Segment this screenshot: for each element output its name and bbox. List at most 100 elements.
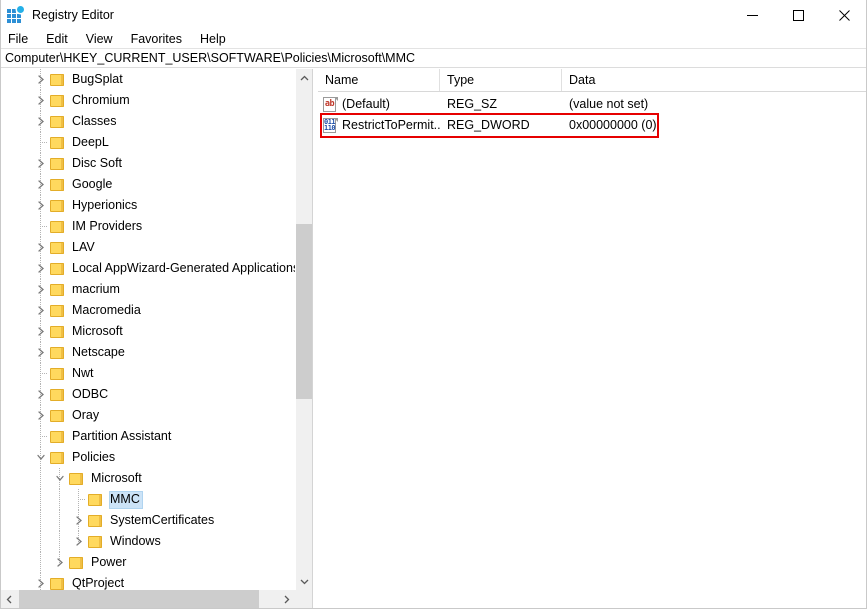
tree-vertical-scrollbar[interactable] <box>295 69 312 590</box>
chevron-right-icon <box>38 96 44 105</box>
chevron-down-icon <box>37 454 45 460</box>
registry-tree-pane: BugSplat Chromium Classes DeepL Disc Soft Goo… <box>0 69 312 590</box>
chevron-right-icon <box>57 558 63 567</box>
close-icon <box>838 9 850 21</box>
menu-item-favorites[interactable]: Favorites <box>122 30 191 48</box>
tree-expander[interactable] <box>33 153 49 174</box>
value-type: REG_SZ <box>447 97 498 111</box>
tree-expander[interactable] <box>33 237 49 258</box>
tree-guide-line <box>59 531 60 552</box>
tree-expander[interactable] <box>33 258 49 279</box>
tree-expander[interactable] <box>71 510 87 531</box>
tree-item-lav[interactable]: LAV <box>0 237 295 258</box>
tree-item-label: ODBC <box>72 386 109 401</box>
folder-icon <box>87 514 103 528</box>
scroll-left-button[interactable] <box>0 590 17 609</box>
tree-item-label: Microsoft <box>72 323 123 338</box>
tree-scroll-thumb[interactable] <box>296 224 312 399</box>
tree-expander[interactable] <box>33 342 49 363</box>
tree-guide-line <box>40 510 41 531</box>
tree-item-im-providers[interactable]: IM Providers <box>0 216 295 237</box>
column-header-name[interactable]: Name <box>318 69 440 91</box>
tree-expander[interactable] <box>33 300 49 321</box>
string-value-icon: ab <box>323 97 338 112</box>
tree-item-label: DeepL <box>72 134 109 149</box>
tree-expander[interactable] <box>33 321 49 342</box>
tree-expander[interactable] <box>33 90 49 111</box>
tree-guide-line <box>59 489 60 510</box>
tree-item-local-appwizard-generated-applications[interactable]: Local AppWizard-Generated Applications <box>0 258 295 279</box>
tree-item-label: Local AppWizard-Generated Applications <box>72 260 295 275</box>
registry-values-pane: Name Type Data ab (Default) REG_SZ (value not… <box>318 69 867 609</box>
registry-value-row[interactable]: 011 110 RestrictToPermit... REG_DWORD 0x0000… <box>318 115 867 136</box>
address-bar[interactable]: Computer\HKEY_CURRENT_USER\SOFTWARE\Poli… <box>0 48 867 68</box>
tree-item-nwt[interactable]: Nwt <box>0 363 295 384</box>
tree-item-partition-assistant[interactable]: Partition Assistant <box>0 426 295 447</box>
chevron-down-icon <box>56 475 64 481</box>
tree-item-macromedia[interactable]: Macromedia <box>0 300 295 321</box>
registry-value-row[interactable]: ab (Default) REG_SZ (value not set) <box>318 94 867 115</box>
close-button[interactable] <box>821 0 867 30</box>
tree-horizontal-scrollbar[interactable] <box>0 590 295 609</box>
scroll-down-button[interactable] <box>296 573 312 590</box>
tree-item-deepl[interactable]: DeepL <box>0 132 295 153</box>
tree-item-chromium[interactable]: Chromium <box>0 90 295 111</box>
tree-expander[interactable] <box>33 384 49 405</box>
menu-item-file[interactable]: File <box>0 30 37 48</box>
chevron-right-icon <box>38 390 44 399</box>
tree-item-label: Google <box>72 176 113 191</box>
menu-item-edit[interactable]: Edit <box>37 30 77 48</box>
column-header-data[interactable]: Data <box>562 69 867 91</box>
tree-item-disc-soft[interactable]: Disc Soft <box>0 153 295 174</box>
tree-hscroll-thumb[interactable] <box>19 590 259 609</box>
tree-item-hyperionics[interactable]: Hyperionics <box>0 195 295 216</box>
tree-expander[interactable] <box>33 174 49 195</box>
tree-expander[interactable] <box>33 447 49 468</box>
tree-item-qtproject[interactable]: QtProject <box>0 573 295 590</box>
tree-expander <box>33 363 49 384</box>
tree-item-label: Disc Soft <box>72 155 123 170</box>
column-header-type[interactable]: Type <box>440 69 562 91</box>
tree-item-bugsplat[interactable]: BugSplat <box>0 69 295 90</box>
tree-expander[interactable] <box>52 552 68 573</box>
chevron-right-icon <box>38 243 44 252</box>
tree-item-windows[interactable]: Windows <box>0 531 295 552</box>
tree-item-macrium[interactable]: macrium <box>0 279 295 300</box>
menu-item-view[interactable]: View <box>77 30 122 48</box>
tree-item-label: IM Providers <box>72 218 143 233</box>
tree-expander[interactable] <box>33 405 49 426</box>
tree-expander[interactable] <box>71 531 87 552</box>
chevron-right-icon <box>76 537 82 546</box>
registry-tree[interactable]: BugSplat Chromium Classes DeepL Disc Soft Goo… <box>0 69 295 590</box>
folder-icon <box>49 94 65 108</box>
chevron-right-icon <box>38 75 44 84</box>
tree-item-netscape[interactable]: Netscape <box>0 342 295 363</box>
folder-icon <box>49 73 65 87</box>
tree-item-odbc[interactable]: ODBC <box>0 384 295 405</box>
tree-expander[interactable] <box>52 468 68 489</box>
tree-expander[interactable] <box>33 111 49 132</box>
tree-expander <box>33 132 49 153</box>
tree-expander[interactable] <box>33 279 49 300</box>
tree-item-microsoft[interactable]: Microsoft <box>0 321 295 342</box>
tree-item-systemcertificates[interactable]: SystemCertificates <box>0 510 295 531</box>
minimize-button[interactable] <box>729 0 775 30</box>
tree-item-mmc[interactable]: MMC <box>0 489 295 510</box>
tree-item-power[interactable]: Power <box>0 552 295 573</box>
tree-item-label: Classes <box>72 113 117 128</box>
tree-item-label: Netscape <box>72 344 125 359</box>
tree-expander[interactable] <box>33 195 49 216</box>
tree-item-classes[interactable]: Classes <box>0 111 295 132</box>
tree-expander[interactable] <box>33 69 49 90</box>
registry-values-list[interactable]: ab (Default) REG_SZ (value not set) 011 110 Re… <box>318 92 867 136</box>
tree-item-policies[interactable]: Policies <box>0 447 295 468</box>
folder-icon <box>49 115 65 129</box>
tree-item-microsoft[interactable]: Microsoft <box>0 468 295 489</box>
tree-item-oray[interactable]: Oray <box>0 405 295 426</box>
tree-expander[interactable] <box>33 573 49 590</box>
maximize-button[interactable] <box>775 0 821 30</box>
menu-item-help[interactable]: Help <box>191 30 235 48</box>
scroll-right-button[interactable] <box>278 590 295 609</box>
scroll-up-button[interactable] <box>296 69 312 86</box>
tree-item-google[interactable]: Google <box>0 174 295 195</box>
